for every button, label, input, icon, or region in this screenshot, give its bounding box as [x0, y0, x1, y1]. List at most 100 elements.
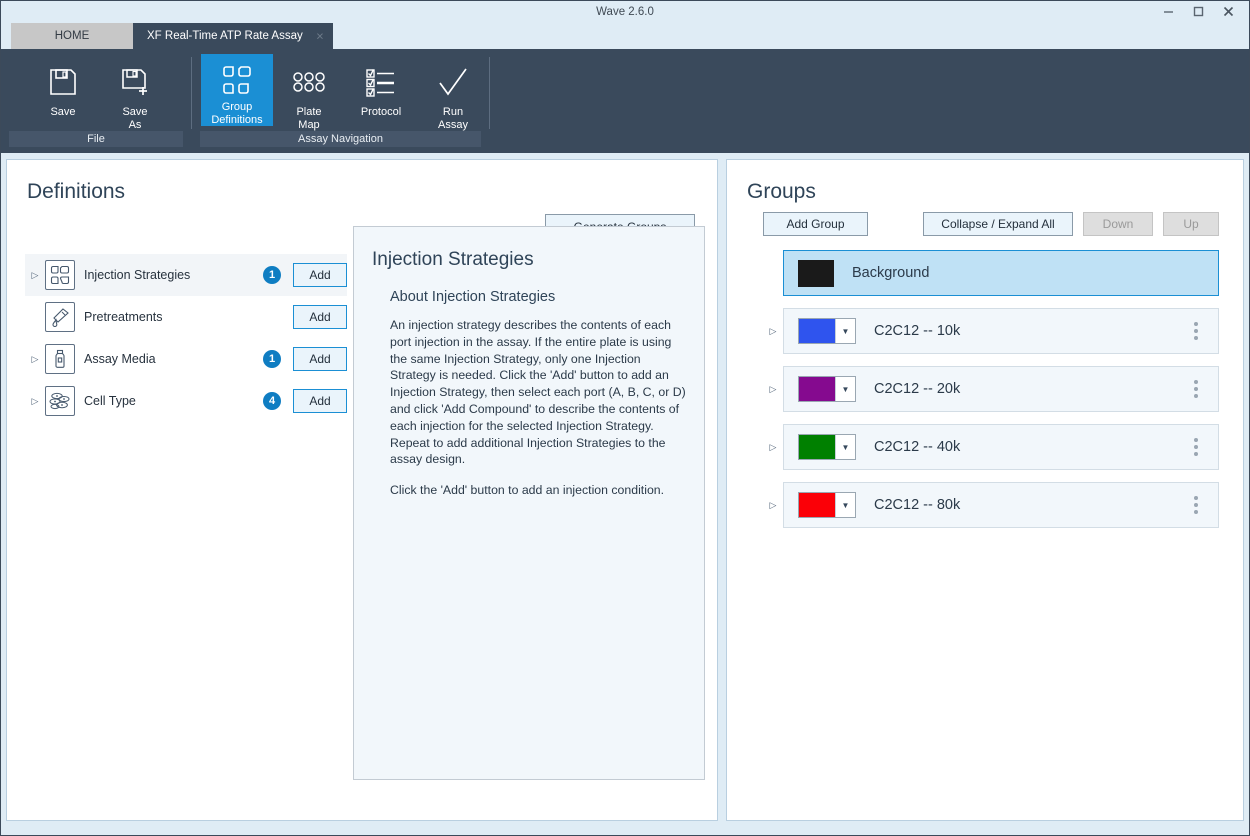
group-row[interactable]: ▷ ▼ C2C12 -- 40k — [763, 424, 1219, 470]
group-menu-icon[interactable] — [1188, 496, 1204, 514]
definition-row-pretreatments[interactable]: Pretreatments Add — [25, 296, 347, 338]
group-row[interactable]: ▷ ▼ C2C12 -- 80k — [763, 482, 1219, 528]
tab-assay[interactable]: XF Real-Time ATP Rate Assay × — [133, 23, 333, 49]
tab-assay-label: XF Real-Time ATP Rate Assay — [147, 30, 303, 42]
add-assay-media-button[interactable]: Add — [293, 347, 347, 371]
save-as-icon — [112, 62, 158, 102]
title-bar: Wave 2.6.0 — [1, 1, 1249, 22]
plate-map-icon — [286, 62, 332, 102]
definitions-list: ▷ Injection Strategies 1 Add — [7, 254, 347, 780]
group-row-c2c12-40k[interactable]: ▼ C2C12 -- 40k — [783, 424, 1219, 470]
group-row-c2c12-20k[interactable]: ▼ C2C12 -- 20k — [783, 366, 1219, 412]
group-definitions-icon — [214, 62, 260, 97]
assay-media-icon — [45, 344, 75, 374]
definitions-body: ▷ Injection Strategies 1 Add — [7, 240, 717, 780]
tab-close-icon[interactable]: × — [316, 30, 324, 43]
plate-map-button[interactable]: Plate Map — [273, 54, 345, 131]
run-assay-button[interactable]: Run Assay — [417, 54, 489, 131]
group-row-c2c12-80k[interactable]: ▼ C2C12 -- 80k — [783, 482, 1219, 528]
application-window: Wave 2.6.0 HOME XF Real-Time ATP Rate As… — [0, 0, 1250, 836]
group-color-swatch — [799, 319, 835, 343]
info-panel-subtitle: About Injection Strategies — [390, 289, 686, 305]
chevron-down-icon[interactable]: ▼ — [835, 493, 855, 517]
maximize-button[interactable] — [1183, 1, 1213, 22]
chevron-down-icon[interactable]: ▼ — [835, 435, 855, 459]
info-panel-paragraph-2: Click the 'Add' button to add an injecti… — [390, 482, 686, 499]
group-name-label: Background — [852, 265, 1208, 281]
info-panel: Injection Strategies About Injection Str… — [353, 226, 705, 780]
run-assay-label: Run Assay — [438, 106, 468, 131]
group-menu-icon[interactable] — [1188, 322, 1204, 340]
add-group-button[interactable]: Add Group — [763, 212, 868, 236]
expand-arrow-icon[interactable]: ▷ — [25, 396, 45, 407]
save-icon — [40, 62, 86, 102]
main-content: Definitions Generate Groups ▷ — [1, 153, 1249, 835]
group-name-label: C2C12 -- 80k — [874, 497, 1188, 513]
move-down-button[interactable]: Down — [1083, 212, 1153, 236]
save-as-button[interactable]: Save As — [99, 54, 171, 131]
group-color-picker[interactable]: ▼ — [798, 492, 856, 518]
group-row-background[interactable]: Background — [783, 250, 1219, 296]
expand-arrow-icon[interactable]: ▷ — [25, 270, 45, 281]
expand-arrow-icon[interactable]: ▷ — [763, 500, 783, 511]
group-color-picker[interactable]: ▼ — [798, 434, 856, 460]
group-color-picker[interactable]: ▼ — [798, 318, 856, 344]
group-row[interactable]: Background — [763, 250, 1219, 296]
ribbon-toolbar: Save Save As File — [1, 49, 1249, 153]
expand-arrow-icon[interactable]: ▷ — [25, 354, 45, 365]
group-row[interactable]: ▷ ▼ C2C12 -- 10k — [763, 308, 1219, 354]
definition-label: Injection Strategies — [84, 268, 263, 282]
expand-arrow-icon[interactable]: ▷ — [763, 326, 783, 337]
info-panel-title: Injection Strategies — [372, 249, 686, 271]
add-injection-strategy-button[interactable]: Add — [293, 263, 347, 287]
expand-arrow-icon[interactable]: ▷ — [763, 442, 783, 453]
expand-arrow-icon[interactable]: ▷ — [763, 384, 783, 395]
group-color-swatch — [798, 260, 834, 287]
definition-row-cell-type[interactable]: ▷ — [25, 380, 347, 422]
tab-home[interactable]: HOME — [11, 23, 133, 49]
injection-strategies-icon — [45, 260, 75, 290]
close-button[interactable] — [1213, 1, 1243, 22]
window-title: Wave 2.6.0 — [596, 6, 654, 18]
definition-row-injection-strategies[interactable]: ▷ Injection Strategies 1 Add — [25, 254, 347, 296]
save-as-label: Save As — [122, 106, 147, 131]
protocol-button[interactable]: Protocol — [345, 54, 417, 119]
move-up-button[interactable]: Up — [1163, 212, 1219, 236]
add-pretreatment-button[interactable]: Add — [293, 305, 347, 329]
groups-title: Groups — [727, 160, 1243, 204]
ribbon-group-label-assay-navigation: Assay Navigation — [200, 131, 481, 147]
group-color-swatch — [799, 493, 835, 517]
cell-type-icon — [45, 386, 75, 416]
definition-row-assay-media[interactable]: ▷ Assay Media 1 Add — [25, 338, 347, 380]
group-row-c2c12-10k[interactable]: ▼ C2C12 -- 10k — [783, 308, 1219, 354]
groups-list: Background ▷ ▼ C2C12 -- 10k — [727, 236, 1243, 528]
minimize-button[interactable] — [1153, 1, 1183, 22]
definition-count-badge: 1 — [263, 266, 281, 284]
definitions-panel: Definitions Generate Groups ▷ — [6, 159, 718, 821]
group-name-label: C2C12 -- 10k — [874, 323, 1188, 339]
ribbon-group-file: Save Save As File — [1, 49, 191, 153]
group-name-label: C2C12 -- 20k — [874, 381, 1188, 397]
protocol-icon — [358, 62, 404, 102]
tab-home-label: HOME — [55, 30, 90, 42]
group-definitions-label: Group Definitions — [211, 101, 262, 126]
save-button[interactable]: Save — [27, 54, 99, 119]
definition-label: Pretreatments — [84, 310, 263, 324]
collapse-expand-all-button[interactable]: Collapse / Expand All — [923, 212, 1073, 236]
add-cell-type-button[interactable]: Add — [293, 389, 347, 413]
group-definitions-button[interactable]: Group Definitions — [201, 54, 273, 126]
group-menu-icon[interactable] — [1188, 438, 1204, 456]
group-menu-icon[interactable] — [1188, 380, 1204, 398]
groups-panel: Groups Add Group Collapse / Expand All D… — [726, 159, 1244, 821]
info-panel-paragraph-1: An injection strategy describes the cont… — [390, 317, 686, 468]
chevron-down-icon[interactable]: ▼ — [835, 319, 855, 343]
chevron-down-icon[interactable]: ▼ — [835, 377, 855, 401]
groups-toolbar: Add Group Collapse / Expand All Down Up — [727, 204, 1243, 236]
save-label: Save — [50, 106, 75, 119]
definition-label: Cell Type — [84, 394, 263, 408]
group-row[interactable]: ▷ ▼ C2C12 -- 20k — [763, 366, 1219, 412]
ribbon-group-assay-navigation: Group Definitions Plate Map — [192, 49, 489, 153]
definition-count-badge: 1 — [263, 350, 281, 368]
group-color-picker[interactable]: ▼ — [798, 376, 856, 402]
group-name-label: C2C12 -- 40k — [874, 439, 1188, 455]
